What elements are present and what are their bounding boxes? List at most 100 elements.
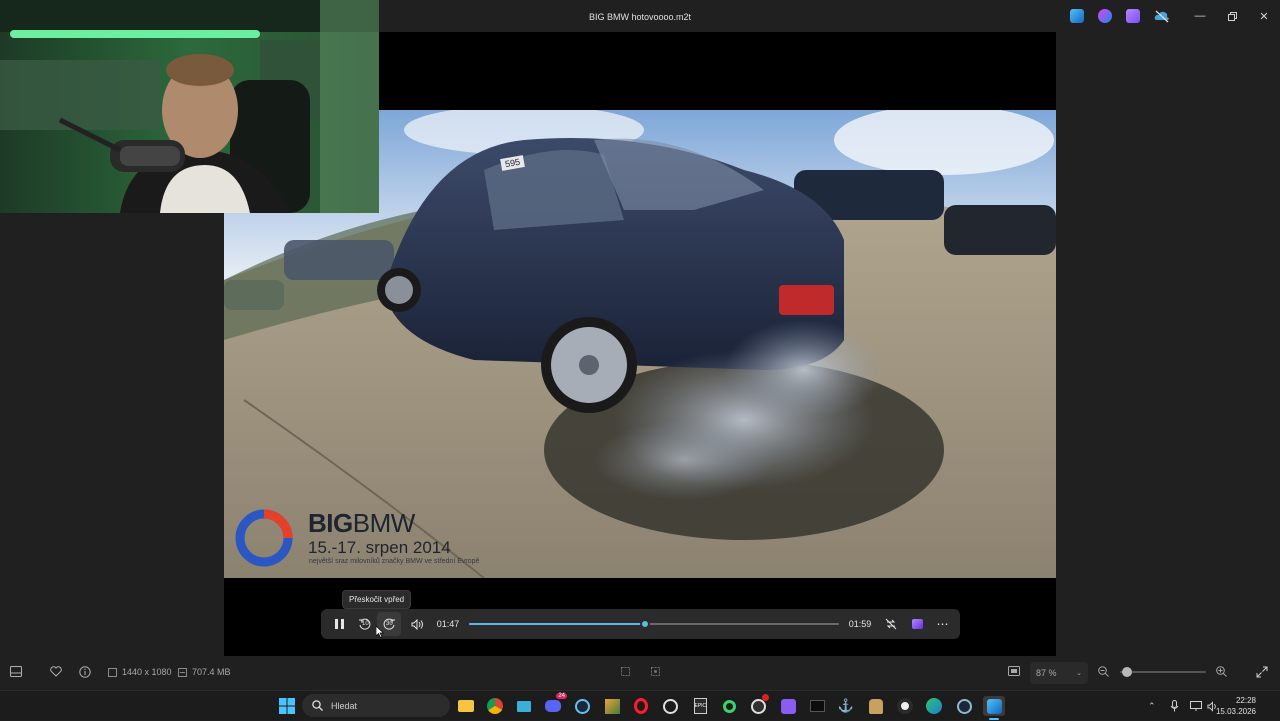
zoom-value: 87 % — [1036, 668, 1057, 678]
close-button[interactable]: ✕ — [1248, 0, 1280, 32]
skip-back-button[interactable]: 10 — [353, 609, 377, 639]
edge-icon[interactable] — [924, 696, 944, 716]
capture-icon — [651, 667, 660, 676]
window-controls: — ✕ — [1184, 0, 1280, 32]
film-strip-button[interactable] — [10, 666, 22, 677]
network-icon[interactable] — [1190, 691, 1202, 721]
chevron-down-icon: ⌄ — [1076, 670, 1082, 677]
fit-to-window-button[interactable] — [1008, 666, 1020, 676]
anchor-app-icon[interactable]: ⚓ — [836, 696, 856, 716]
discord-badge: 24 — [556, 693, 567, 699]
favorite-button[interactable] — [50, 666, 62, 677]
pause-icon — [334, 619, 344, 629]
obs-icon[interactable] — [748, 694, 769, 716]
image-size-icon — [108, 667, 117, 677]
opera-icon[interactable] — [631, 696, 651, 716]
skip-forward-label: 30 — [386, 621, 393, 627]
remote-desktop-icon[interactable] — [514, 696, 534, 716]
taskbar: Hledat 24 EPIC ⚓ ⌃ 22:28 15.03.2026 — [0, 690, 1280, 720]
seek-bar-thumb[interactable] — [639, 619, 650, 629]
grid-app-icon[interactable] — [778, 696, 798, 716]
repeat-off-button[interactable] — [879, 609, 903, 639]
dimensions-text: 1440 x 1080 — [122, 667, 172, 677]
media-player-taskbar-icon[interactable] — [983, 696, 1005, 720]
duration-time: 01:59 — [848, 619, 872, 629]
chrome-icon[interactable] — [485, 696, 505, 716]
epic-games-icon[interactable]: EPIC — [690, 696, 710, 716]
heart-icon — [50, 666, 62, 677]
game-character-icon[interactable] — [866, 696, 886, 716]
event-title: BIGBMW — [308, 508, 415, 539]
steam-icon[interactable] — [572, 696, 592, 716]
skip-forward-tooltip: Přeskočit vpřed — [342, 590, 412, 609]
pen-app-icon[interactable] — [1070, 9, 1084, 23]
storage-icon — [178, 667, 187, 677]
chevron-up-icon: ⌃ — [1148, 700, 1156, 711]
volume-icon — [411, 618, 423, 630]
fit-icon — [1008, 666, 1020, 676]
seek-bar[interactable] — [469, 619, 839, 629]
zoom-dropdown[interactable]: 87 % ⌄ — [1030, 662, 1088, 684]
maximize-button[interactable] — [1216, 0, 1248, 32]
taskbar-clock[interactable]: 22:28 15.03.2026 — [1216, 695, 1256, 717]
event-dates: 15.-17. srpen 2014 — [308, 538, 451, 557]
clipchamp-icon — [911, 619, 923, 629]
mic-icon — [1170, 700, 1179, 712]
more-options-button[interactable]: ⋯ — [931, 609, 955, 639]
film-strip-icon — [10, 666, 22, 677]
windows-logo-icon — [279, 698, 295, 714]
search-placeholder: Hledat — [331, 700, 358, 711]
skip-back-label: 10 — [362, 621, 369, 627]
expand-icon — [1256, 666, 1268, 678]
zoom-slider-thumb[interactable] — [1121, 667, 1132, 677]
file-size-text: 707.4 MB — [192, 667, 231, 677]
fullscreen-button[interactable] — [1256, 666, 1268, 678]
terminal-icon[interactable] — [807, 696, 827, 716]
creative-app-icon[interactable] — [1098, 9, 1112, 23]
taskbar-search[interactable]: Hledat — [302, 694, 450, 717]
clipchamp-icon[interactable] — [1126, 9, 1140, 23]
zoom-out-icon — [1098, 666, 1109, 677]
file-size-info: 707.4 MB — [178, 667, 231, 677]
event-title-big: BIG — [308, 508, 353, 538]
minimize-button[interactable]: — — [1184, 0, 1216, 32]
media-player-window: BIG BMW hotovoooo.m2t — ✕ 595 BIGBMW 15.… — [0, 0, 1280, 690]
more-icon: ⋯ — [936, 617, 950, 631]
microphone-icon[interactable] — [1170, 691, 1179, 721]
mouse-cursor-icon — [376, 626, 384, 638]
crop-icon — [621, 667, 630, 676]
repeat-off-icon — [885, 618, 897, 630]
zoom-in-icon — [1216, 666, 1227, 677]
capture-button[interactable] — [650, 666, 661, 677]
green-app-icon[interactable] — [719, 696, 739, 716]
info-icon — [79, 666, 91, 678]
zoom-in-button[interactable] — [1216, 666, 1227, 677]
pause-button[interactable] — [327, 609, 351, 639]
chatgpt-icon[interactable] — [660, 696, 680, 716]
webcam-overlay — [0, 0, 379, 213]
photo-app-icon[interactable] — [602, 696, 622, 716]
event-tagline: největší sraz milovníků značky BMW ve st… — [309, 558, 480, 565]
seek-bar-progress — [469, 623, 645, 625]
file-info-button[interactable] — [79, 666, 91, 678]
current-time: 01:47 — [436, 619, 460, 629]
crop-button[interactable] — [620, 666, 631, 677]
volume-button[interactable] — [405, 609, 429, 639]
clipchamp-edit-button[interactable] — [905, 609, 929, 639]
search-icon — [312, 700, 323, 711]
file-explorer-icon[interactable] — [456, 696, 476, 716]
onedrive-icon[interactable] — [1154, 9, 1169, 23]
event-title-bmw: BMW — [352, 508, 416, 538]
dimensions-info: 1440 x 1080 — [108, 667, 172, 677]
player-controls: 10 30 01:47 01:59 ⋯ — [321, 609, 960, 639]
status-bar: 1440 x 1080 707.4 MB 87 % ⌄ — [0, 656, 1280, 690]
zoom-out-button[interactable] — [1098, 666, 1109, 677]
start-button[interactable] — [277, 696, 297, 716]
zoom-slider[interactable] — [1120, 667, 1206, 677]
webcam-scene — [0, 0, 379, 213]
clock-date: 15.03.2026 — [1215, 707, 1256, 716]
steam-secondary-icon[interactable] — [954, 696, 974, 716]
show-hidden-icons-button[interactable]: ⌃ — [1148, 691, 1156, 721]
media-app-icon[interactable] — [895, 696, 915, 716]
discord-icon[interactable]: 24 — [543, 693, 567, 716]
